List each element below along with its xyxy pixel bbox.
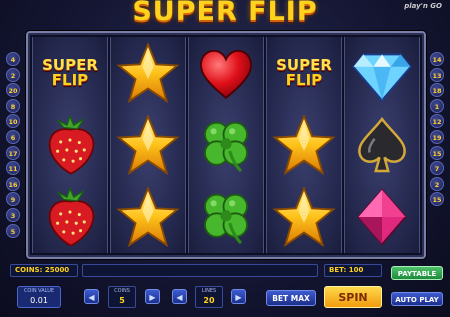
payline-number-right: 19 bbox=[430, 129, 444, 144]
payline-number-left: 20 bbox=[6, 83, 20, 98]
lines-stat: LINES 20 bbox=[195, 286, 223, 308]
coin-value: 0.01 bbox=[30, 296, 48, 305]
payline-number-left: 2 bbox=[6, 67, 20, 82]
payline-number-right: 12 bbox=[430, 114, 444, 129]
heart-icon bbox=[191, 40, 261, 106]
coins-display: COINS: 25000 bbox=[10, 264, 78, 277]
superflip-symbol-line2: FLIP bbox=[51, 71, 89, 89]
payline-number-right: 14 bbox=[430, 52, 444, 66]
reel-3 bbox=[188, 37, 264, 253]
payline-number-left: 9 bbox=[6, 192, 20, 207]
payline-number-left: 16 bbox=[6, 176, 20, 191]
lines-stat-value: 20 bbox=[203, 296, 215, 305]
payline-number-right: 15 bbox=[430, 192, 444, 207]
payline-number-left: 3 bbox=[6, 207, 20, 222]
pink-gem-icon bbox=[347, 184, 417, 250]
star-icon bbox=[269, 184, 339, 250]
payline-number-right: 7 bbox=[430, 161, 444, 176]
reel-1: SUPER FLIP bbox=[32, 37, 108, 253]
bet-display: BET: 100 bbox=[324, 264, 382, 277]
payline-number-right: 1 bbox=[430, 98, 444, 113]
payline-number-left: 17 bbox=[6, 145, 20, 160]
coins-decrease-button[interactable]: ◀ bbox=[84, 289, 99, 304]
lines-stat-label: LINES bbox=[201, 288, 217, 294]
payline-number-left: 6 bbox=[6, 129, 20, 144]
payline-number-right: 2 bbox=[430, 176, 444, 191]
payline-numbers-left: 4 2 20 8 10 6 17 11 16 9 3 5 bbox=[6, 52, 20, 238]
message-bar bbox=[82, 264, 318, 277]
coins-stat-label: COINS bbox=[114, 288, 130, 294]
payline-number-left: 8 bbox=[6, 98, 20, 113]
star-icon bbox=[113, 184, 183, 250]
bet-max-button[interactable]: BET MAX bbox=[266, 290, 316, 306]
star-icon bbox=[113, 112, 183, 178]
coins-increase-button[interactable]: ▶ bbox=[145, 289, 160, 304]
superflip-logo-icon: SUPER FLIP bbox=[269, 40, 339, 106]
reels: SUPER FLIP SUPER FLIP bbox=[32, 37, 420, 253]
superflip-symbol-line2: FLIP bbox=[285, 71, 323, 89]
coins-stat-value: 5 bbox=[119, 296, 125, 305]
star-icon bbox=[113, 40, 183, 106]
reel-4: SUPER FLIP bbox=[266, 37, 342, 253]
strawberry-icon bbox=[35, 184, 105, 250]
lines-decrease-button[interactable]: ◀ bbox=[172, 289, 187, 304]
payline-numbers-right: 14 13 18 1 12 19 15 7 2 15 bbox=[430, 52, 444, 207]
clover-icon bbox=[191, 112, 261, 178]
reel-2 bbox=[110, 37, 186, 253]
provider-logo: play'n GO bbox=[404, 2, 442, 10]
auto-play-button[interactable]: AUTO PLAY bbox=[391, 292, 443, 306]
diamond-icon bbox=[347, 40, 417, 106]
payline-number-right: 15 bbox=[430, 145, 444, 160]
game-title: SUPER FLIP bbox=[132, 0, 318, 27]
payline-number-right: 13 bbox=[430, 67, 444, 82]
payline-number-left: 4 bbox=[6, 52, 20, 66]
reel-frame: SUPER FLIP SUPER FLIP bbox=[26, 31, 426, 259]
lines-increase-button[interactable]: ▶ bbox=[231, 289, 246, 304]
payline-number-right: 18 bbox=[430, 83, 444, 98]
spin-button[interactable]: SPIN bbox=[324, 286, 382, 308]
strawberry-icon bbox=[35, 112, 105, 178]
coin-value-label: COIN VALUE bbox=[23, 288, 55, 294]
superflip-logo-icon: SUPER FLIP bbox=[35, 40, 105, 106]
coins-stat: COINS 5 bbox=[108, 286, 136, 308]
paytable-button[interactable]: PAYTABLE bbox=[391, 266, 443, 280]
coin-value-display[interactable]: COIN VALUE 0.01 bbox=[17, 286, 61, 308]
payline-number-left: 10 bbox=[6, 114, 20, 129]
clover-icon bbox=[191, 184, 261, 250]
reel-5 bbox=[344, 37, 420, 253]
payline-number-left: 11 bbox=[6, 161, 20, 176]
control-panel: COINS: 25000 BET: 100 PAYTABLE COIN VALU… bbox=[0, 259, 450, 317]
star-icon bbox=[269, 112, 339, 178]
spade-icon bbox=[347, 112, 417, 178]
payline-number-left: 5 bbox=[6, 223, 20, 238]
